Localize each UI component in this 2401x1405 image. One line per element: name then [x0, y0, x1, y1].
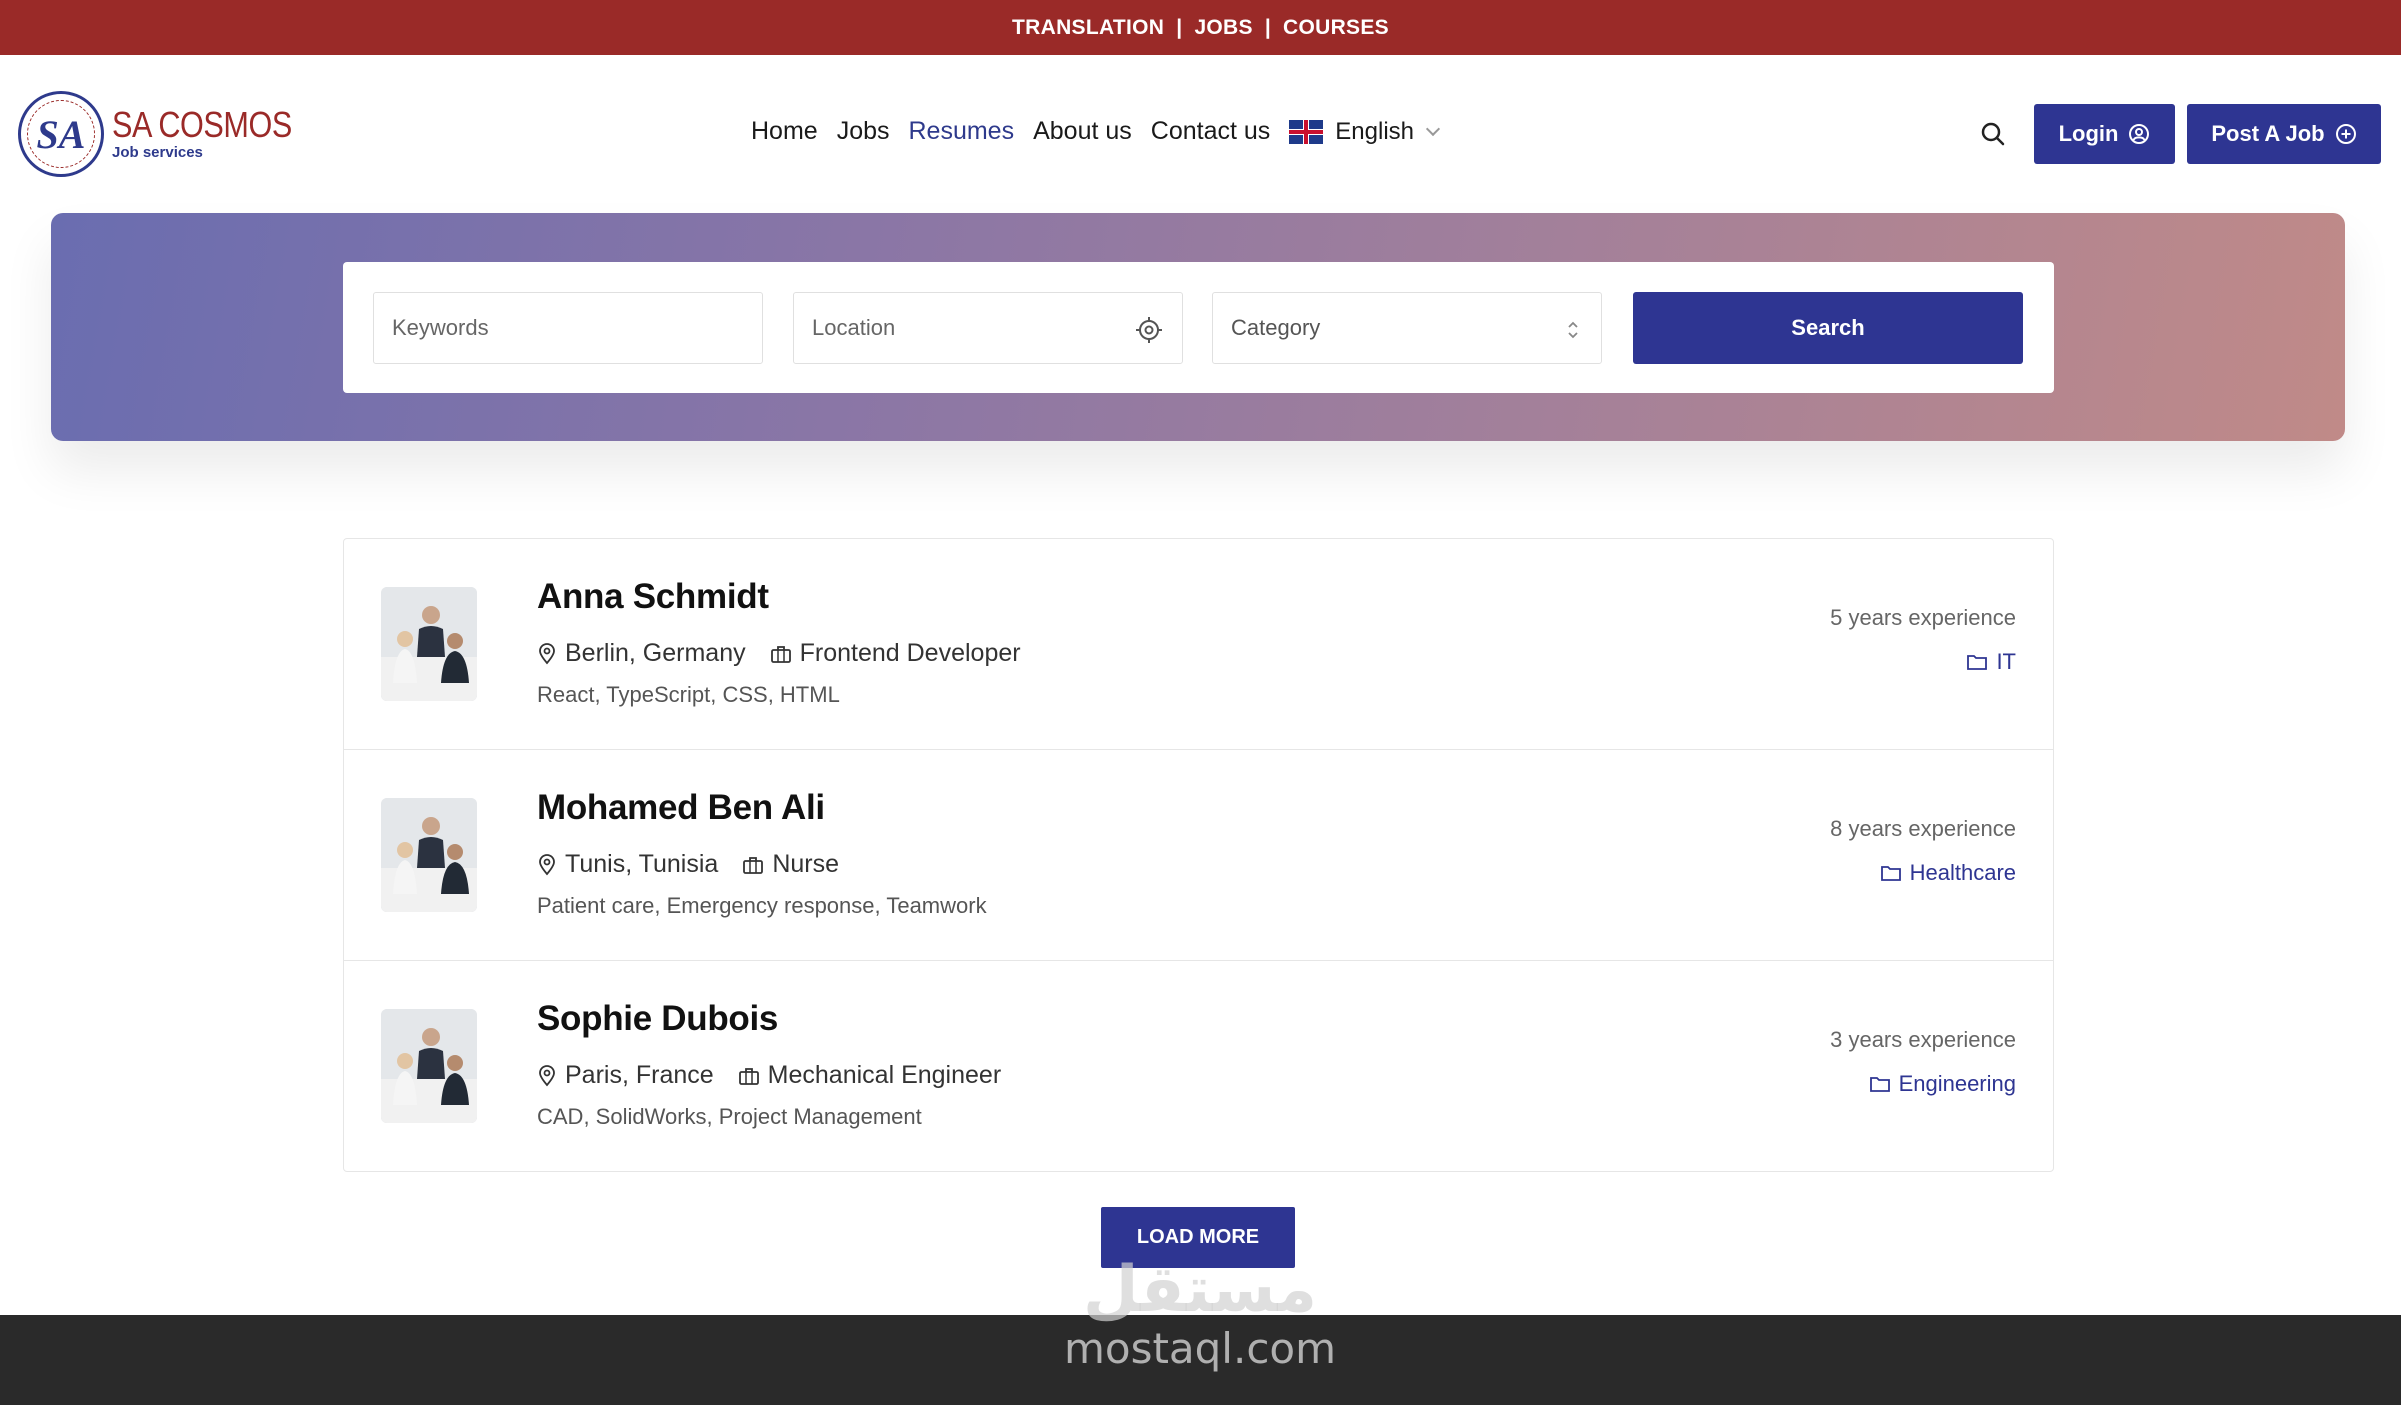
candidate-skills: Patient care, Emergency response, Teamwo… [537, 893, 987, 918]
location-pin-icon [539, 642, 555, 664]
logo-seal-icon: SA [18, 91, 104, 177]
topbar-link-courses[interactable]: COURSES [1283, 16, 1389, 40]
location-pin-icon [539, 1064, 555, 1086]
candidate-skills: React, TypeScript, CSS, HTML [537, 682, 840, 707]
candidate-name[interactable]: Mohamed Ben Ali [537, 788, 825, 828]
chevron-down-icon [1425, 121, 1441, 136]
candidate-position: Nurse [772, 850, 839, 878]
candidate-category[interactable]: IT [1966, 649, 2016, 675]
folder-icon [1880, 866, 1901, 881]
topbar-link-jobs[interactable]: JOBS [1194, 16, 1252, 40]
search-icon[interactable] [1978, 119, 2008, 149]
plus-circle-icon [2335, 124, 2356, 144]
crosshair-icon[interactable] [1134, 315, 1164, 345]
top-announcement-bar: TRANSLATION | JOBS | COURSES [0, 0, 2401, 55]
uk-flag-icon [1289, 119, 1324, 144]
language-label: English [1335, 117, 1415, 145]
candidate-experience: 5 years experience [1830, 605, 2016, 630]
topbar-link-translation[interactable]: TRANSLATION [1012, 16, 1164, 40]
candidate-skills: CAD, SolidWorks, Project Management [537, 1104, 922, 1129]
user-circle-icon [2129, 124, 2150, 144]
topbar-separator: | [1264, 15, 1272, 39]
brand-name: SA COSMOS [112, 104, 292, 145]
candidate-experience: 8 years experience [1830, 816, 2016, 841]
candidate-category[interactable]: Engineering [1869, 1071, 2016, 1097]
briefcase-icon [738, 1067, 759, 1085]
nav-about-us[interactable]: About us [1033, 117, 1132, 146]
login-button[interactable]: Login [2034, 104, 2175, 164]
resume-avatar [381, 798, 477, 912]
search-button[interactable]: Search [1633, 292, 2023, 364]
candidate-experience: 3 years experience [1830, 1027, 2016, 1052]
nav-resumes[interactable]: Resumes [909, 117, 1015, 146]
site-logo[interactable]: SA SA COSMOS Job services [18, 91, 324, 177]
candidate-name[interactable]: Anna Schmidt [537, 577, 769, 617]
site-header: SA SA COSMOS Job services Home Jobs Resu… [0, 55, 2401, 213]
site-footer [0, 1315, 2401, 1405]
candidate-position: Frontend Developer [799, 639, 1021, 667]
resume-avatar [381, 587, 477, 701]
topbar-separator: | [1176, 15, 1183, 39]
nav-home[interactable]: Home [751, 117, 818, 146]
candidate-position: Mechanical Engineer [767, 1061, 1002, 1089]
search-panel: Keywords Location Category Search [343, 262, 2054, 393]
language-selector[interactable]: English [1289, 117, 1441, 146]
briefcase-icon [770, 645, 791, 663]
folder-icon [1967, 655, 1988, 670]
candidate-location: Paris, France [565, 1061, 714, 1089]
candidate-name[interactable]: Sophie Dubois [537, 999, 778, 1039]
resume-card[interactable]: Anna Schmidt Berlin, Germany Frontend De… [344, 539, 2053, 750]
keywords-input[interactable]: Keywords [373, 292, 763, 364]
resume-card[interactable]: Sophie Dubois Paris, France Mechanical E… [344, 961, 2053, 1172]
nav-jobs[interactable]: Jobs [837, 117, 890, 146]
resume-card[interactable]: Mohamed Ben Ali Tunis, Tunisia Nurse Pat… [344, 750, 2053, 961]
location-pin-icon [539, 853, 555, 875]
post-job-button[interactable]: Post A Job [2187, 104, 2381, 164]
candidate-location: Tunis, Tunisia [565, 850, 719, 878]
briefcase-icon [743, 856, 764, 874]
main-nav: Home Jobs Resumes About us Contact us En… [751, 117, 1441, 146]
brand-tagline: Job services [112, 144, 203, 161]
candidate-location: Berlin, Germany [565, 639, 746, 667]
folder-icon [1869, 1077, 1890, 1092]
resume-avatar [381, 1009, 477, 1123]
category-select[interactable]: Category [1212, 292, 1602, 364]
load-more-button[interactable]: LOAD MORE [1101, 1207, 1295, 1268]
location-input[interactable]: Location [793, 292, 1183, 364]
updown-chevron-icon [1568, 321, 1578, 339]
resume-list: Anna Schmidt Berlin, Germany Frontend De… [343, 538, 2054, 1172]
candidate-category[interactable]: Healthcare [1880, 860, 2016, 886]
search-hero: Keywords Location Category Search [51, 213, 2345, 441]
nav-contact-us[interactable]: Contact us [1151, 117, 1271, 146]
